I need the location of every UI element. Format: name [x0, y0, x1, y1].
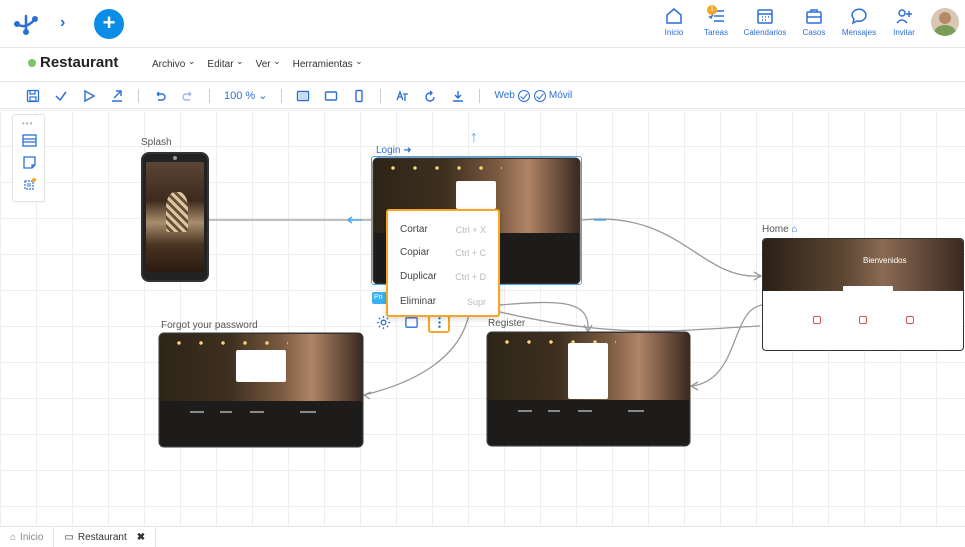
mobile-label: Móvil [548, 90, 573, 101]
menu-herramientas[interactable]: Herramientas [293, 59, 363, 70]
start-node-tag: Pri [372, 292, 386, 304]
copy-label: Copiar [400, 247, 430, 258]
delete-label: Eliminar [400, 296, 437, 307]
home-icon: ⌂ [10, 531, 17, 543]
mobile-check-icon [533, 89, 546, 102]
home-label-text: Home [762, 224, 789, 235]
copy-shortcut: Ctrl + C [455, 248, 486, 258]
login-label-text: Login [376, 145, 401, 156]
palette-drag-handle[interactable]: ••• [22, 119, 33, 128]
download-icon[interactable] [451, 89, 465, 103]
briefcase-icon [806, 9, 822, 24]
nav-tareas[interactable]: 1 Tareas [695, 5, 737, 42]
app-status-dot [28, 59, 36, 67]
nav-label: Calendarios [743, 28, 787, 37]
tab-inicio[interactable]: ⌂ Inicio [0, 527, 53, 547]
create-new-button[interactable]: + [94, 9, 124, 39]
nav-inicio[interactable]: Inicio [653, 6, 695, 42]
main-menu: Archivo Editar Ver Herramientas [152, 59, 363, 70]
cut-label: Cortar [400, 224, 428, 235]
check-icon[interactable] [54, 89, 68, 103]
splash-thumbnail [146, 162, 204, 272]
expand-chevron-icon[interactable]: › [60, 14, 65, 32]
nav-calendarios[interactable]: Calendarios [737, 6, 793, 42]
user-avatar[interactable] [931, 8, 959, 36]
tab-label: Inicio [20, 531, 44, 543]
menu-editar[interactable]: Editar [207, 59, 243, 70]
nav-label: Mensajes [841, 28, 877, 37]
context-menu: Cortar Ctrl + X Copiar Ctrl + C Duplicar Ct… [386, 209, 500, 317]
top-navigation: Inicio 1 Tareas Calendarios Casos Mensaj… [653, 5, 959, 42]
node-label-forgot-password: Forgot your password [161, 320, 258, 331]
tab-label: Restaurant [77, 531, 127, 543]
translate-icon[interactable] [395, 89, 409, 103]
login-entry-icon: ➜ [403, 145, 412, 156]
cut-shortcut: Ctrl + X [455, 225, 486, 235]
top-bar: › + Inicio 1 Tareas Calendarios Casos Me… [0, 0, 965, 48]
nav-label: Tareas [703, 28, 728, 37]
undo-icon[interactable] [153, 89, 167, 103]
redo-icon[interactable] [181, 89, 195, 103]
refresh-icon[interactable] [423, 89, 437, 103]
zoom-value: 100 % [224, 90, 256, 102]
home-marker-icon: ⌂ [791, 224, 798, 235]
tasks-count-badge: 1 [707, 5, 717, 15]
home-icon [666, 8, 682, 24]
nav-casos[interactable]: Casos [793, 6, 835, 42]
run-icon[interactable] [82, 89, 96, 103]
node-label-splash: Splash [141, 137, 172, 148]
duplicate-shortcut: Ctrl + D [455, 272, 486, 282]
nav-label: Invitar [893, 28, 915, 37]
document-tabs: ⌂ Inicio ▭ Restaurant ✖ [0, 526, 965, 547]
tab-restaurant[interactable]: ▭ Restaurant ✖ [53, 527, 157, 547]
add-user-icon [896, 9, 912, 24]
close-tab-icon[interactable]: ✖ [137, 532, 145, 543]
web-toggle[interactable]: Web [494, 89, 530, 102]
toolbar-divider [281, 88, 283, 103]
toolbar-divider [209, 88, 210, 103]
nav-label: Inicio [664, 28, 684, 37]
phone-camera-dot [173, 156, 177, 160]
zoom-select[interactable]: 100 % ⌄ [224, 89, 267, 102]
save-icon[interactable] [26, 89, 40, 103]
node-label-register: Register [488, 318, 526, 329]
calendar-icon [757, 9, 773, 24]
toolbar-divider [138, 88, 139, 103]
app-title: Restaurant [40, 54, 119, 71]
toolbar-divider [380, 88, 382, 103]
note-icon[interactable] [22, 155, 37, 170]
menu-ver[interactable]: Ver [256, 59, 281, 70]
register-screen-node[interactable] [488, 333, 689, 445]
home-screen-node[interactable]: Bienvenidos [762, 238, 964, 351]
nav-label: Casos [802, 28, 826, 37]
phone-view-icon[interactable] [352, 89, 366, 103]
delete-shortcut: Supr [466, 297, 486, 307]
up-arrow-icon: ↑ [470, 129, 478, 146]
forgot-password-screen-node[interactable] [160, 334, 362, 446]
app-logo-icon[interactable] [12, 10, 40, 38]
app-title-bar [0, 48, 965, 82]
node-label-home: Home ⌂ [762, 224, 798, 235]
desktop-view-icon[interactable] [296, 89, 310, 103]
home-welcome-text: Bienvenidos [863, 256, 907, 265]
node-label-login: Login ➜ [376, 145, 412, 156]
mobile-toggle[interactable]: Móvil [533, 89, 573, 102]
component-palette: ••• [12, 114, 45, 202]
nav-invitar[interactable]: Invitar [883, 6, 925, 42]
export-icon[interactable] [110, 89, 124, 103]
editor-toolbar: 100 % ⌄ Web Móvil [0, 83, 965, 109]
chat-icon [851, 8, 867, 25]
nav-mensajes[interactable]: Mensajes [835, 6, 883, 42]
toolbar-divider [479, 88, 481, 103]
web-label: Web [494, 90, 515, 101]
tablet-view-icon[interactable] [324, 89, 338, 103]
page-icon: ▭ [64, 531, 74, 543]
web-check-icon [517, 89, 530, 102]
menu-archivo[interactable]: Archivo [152, 59, 195, 70]
page-block-icon[interactable] [22, 133, 37, 148]
splash-screen-node[interactable] [141, 152, 209, 282]
duplicate-label: Duplicar [400, 271, 437, 282]
process-icon[interactable] [22, 177, 37, 192]
